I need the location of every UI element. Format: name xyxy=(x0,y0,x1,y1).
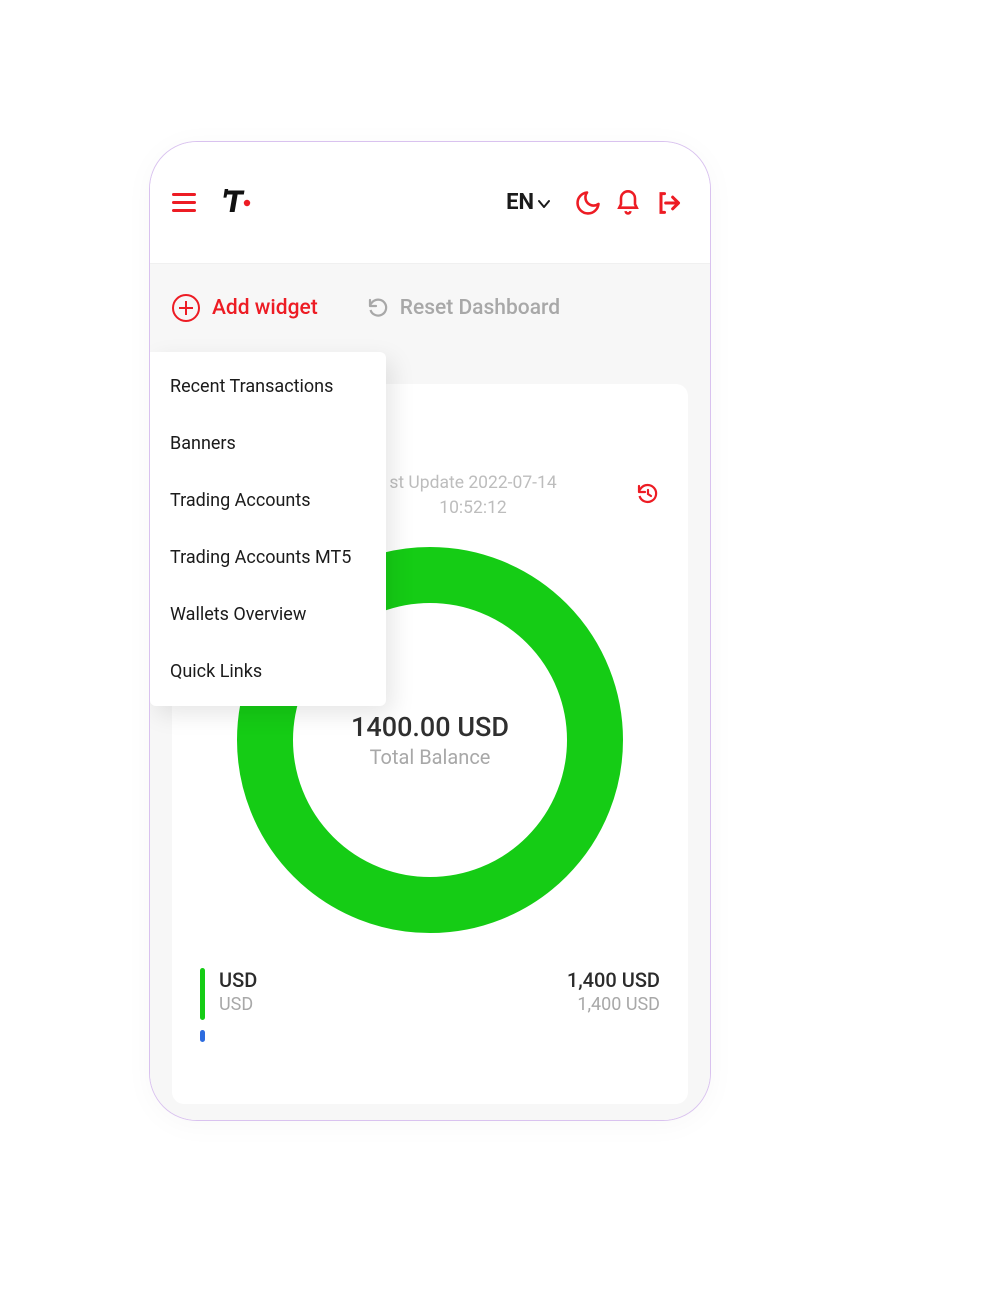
dark-mode-toggle[interactable] xyxy=(568,183,608,223)
donut-center: 1400.00 USD Total Balance xyxy=(351,711,509,769)
legend-color-indicator xyxy=(200,968,205,1020)
logout-button[interactable] xyxy=(648,183,688,223)
add-widget-button[interactable]: Add widget xyxy=(172,294,318,322)
dropdown-item-wallets-overview[interactable]: Wallets Overview xyxy=(150,586,386,643)
dashboard-actions: Add widget Reset Dashboard xyxy=(172,294,688,322)
chevron-down-icon xyxy=(538,199,550,209)
reset-icon xyxy=(366,296,390,320)
history-icon xyxy=(636,482,660,506)
logout-icon xyxy=(654,189,682,217)
add-widget-dropdown: Recent Transactions Banners Trading Acco… xyxy=(150,352,386,706)
legend-color-indicator xyxy=(200,1030,205,1042)
legend-row: USD USD 1,400 USD 1,400 USD xyxy=(200,968,660,1020)
bell-icon xyxy=(614,189,642,217)
mobile-frame: 'T EN xyxy=(149,141,711,1121)
total-balance-value: 1400.00 USD xyxy=(351,711,509,743)
legend-row xyxy=(200,1030,660,1042)
balance-legend: USD USD 1,400 USD 1,400 USD xyxy=(200,968,660,1042)
moon-icon xyxy=(574,189,602,217)
reset-dashboard-button[interactable]: Reset Dashboard xyxy=(366,296,560,320)
language-label: EN xyxy=(506,190,534,215)
refresh-button[interactable] xyxy=(636,482,660,510)
dropdown-item-recent-transactions[interactable]: Recent Transactions xyxy=(150,358,386,415)
language-selector[interactable]: EN xyxy=(506,190,550,215)
dropdown-item-trading-accounts[interactable]: Trading Accounts xyxy=(150,472,386,529)
app-header: 'T EN xyxy=(150,142,710,264)
legend-currency-sub: USD xyxy=(219,994,257,1015)
notifications-button[interactable] xyxy=(608,183,648,223)
legend-currency-code: USD xyxy=(219,968,257,992)
reset-label: Reset Dashboard xyxy=(400,296,560,320)
app-logo: 'T xyxy=(222,185,251,220)
dropdown-item-banners[interactable]: Banners xyxy=(150,415,386,472)
dropdown-item-trading-accounts-mt5[interactable]: Trading Accounts MT5 xyxy=(150,529,386,586)
canvas: 'T EN xyxy=(0,0,994,1304)
legend-amount-sub: 1,400 USD xyxy=(567,994,660,1015)
add-widget-label: Add widget xyxy=(212,296,318,320)
legend-amount: 1,400 USD xyxy=(567,968,660,992)
dropdown-item-quick-links[interactable]: Quick Links xyxy=(150,643,386,700)
hamburger-menu-icon[interactable] xyxy=(172,193,196,212)
dashboard-body: Add widget Reset Dashboard Recent Transa… xyxy=(150,264,710,1120)
plus-circle-icon xyxy=(172,294,200,322)
total-balance-label: Total Balance xyxy=(351,745,509,769)
